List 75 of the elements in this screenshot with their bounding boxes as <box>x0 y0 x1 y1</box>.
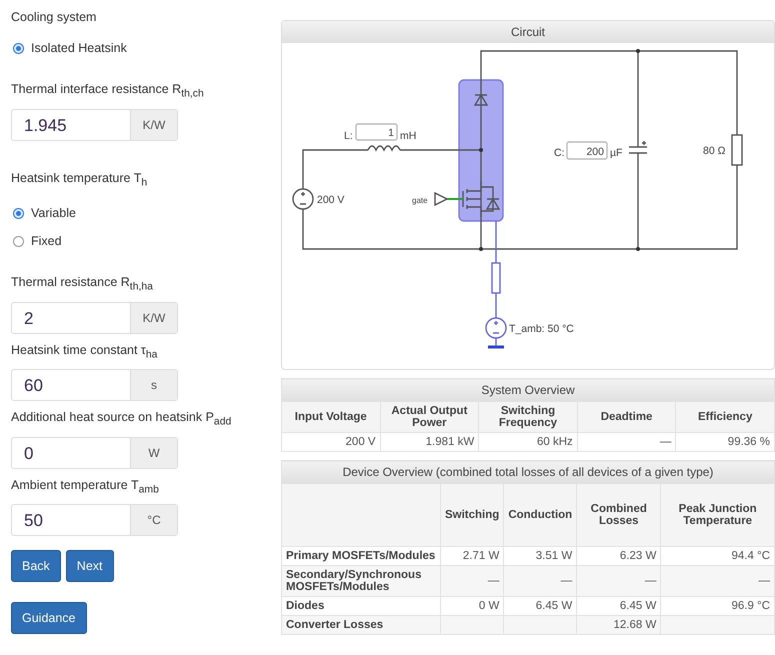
field-label: Thermal resistance R$_{th,ha}$ <box>11 275 154 294</box>
capacitor-icon <box>628 140 648 154</box>
unit-label: K/W <box>130 302 177 332</box>
field-label: Thermal interface resistance R$_{th,ch}$ <box>11 82 205 102</box>
input-field[interactable]: 60 s <box>11 369 178 401</box>
table-cell: — <box>577 432 676 452</box>
input-field[interactable]: 50 °C <box>11 504 178 536</box>
table-cell: — <box>560 575 572 587</box>
table-cell: 6.45 W <box>620 600 656 612</box>
unit-label: W <box>130 438 177 468</box>
source-label: 200 V <box>317 194 344 206</box>
diode-icon <box>474 94 488 106</box>
table-cell: 12.68 W <box>614 619 656 631</box>
table-cell: 3.51 W <box>536 550 572 562</box>
guidance-button[interactable]: Guidance <box>11 602 87 634</box>
gate-icon <box>434 192 463 206</box>
field-label: Ambient temperature T$_{amb}$ <box>11 478 160 497</box>
unit-label: °C <box>130 505 177 535</box>
column-header: Switching <box>440 484 504 546</box>
column-header: Efficiency <box>676 402 774 432</box>
nav-button[interactable]: Next <box>66 550 114 582</box>
table-cell: 0 W <box>478 600 500 612</box>
inductor-icon <box>367 145 401 151</box>
gate-label: gate <box>412 196 428 205</box>
radio-button[interactable] <box>13 208 24 219</box>
radio-button[interactable] <box>13 43 24 54</box>
table-cell: 99.36 % <box>676 432 774 452</box>
column-header: Combined Losses <box>576 484 661 546</box>
unit-label: µF <box>610 147 622 159</box>
input-field[interactable]: 2 K/W <box>11 302 178 334</box>
field-label: Additional heat source on heatsink P$_{add}$ <box>11 410 232 430</box>
table-cell: — <box>488 575 500 587</box>
table-cell: 1.981 kW <box>380 432 479 452</box>
table-cell: 200 V <box>282 432 380 452</box>
column-header: Peak Junction Temperature <box>660 484 774 546</box>
input-field[interactable]: 1.945 K/W <box>11 108 178 140</box>
radio-label[interactable]: Variable <box>31 206 76 221</box>
transistor-icon <box>462 180 500 218</box>
table-cell: 60 kHz <box>478 432 578 452</box>
panel-header: Circuit <box>282 21 774 43</box>
capacitance-field[interactable]: 200 <box>566 141 608 160</box>
column-header: Actual Output Power <box>380 402 479 432</box>
voltage-source-icon <box>292 188 314 210</box>
column-header: Switching Frequency <box>478 402 578 432</box>
table-cell: 6.45 W <box>536 600 572 612</box>
nav-button[interactable]: Back <box>11 550 61 582</box>
table-cell: 96.9 °C <box>732 600 770 612</box>
unit-label: mH <box>400 130 416 142</box>
resistor-icon <box>731 134 743 166</box>
row-header: Converter Losses <box>282 616 440 634</box>
unit-label: K/W <box>130 110 177 140</box>
table-cell: — <box>644 575 656 587</box>
input-field[interactable]: 0 W <box>11 436 178 468</box>
radio-label[interactable]: Fixed <box>31 234 62 249</box>
table-cell: 2.71 W <box>462 550 500 562</box>
table-cell: 6.23 W <box>620 550 656 562</box>
row-header: Secondary/Synchronous MOSFETs/Modules <box>282 566 440 596</box>
radio-label[interactable]: Isolated Heatsink <box>31 41 127 56</box>
column-header: Deadtime <box>577 402 676 432</box>
field-label: Heatsink temperature T$_{h}$ <box>11 170 148 190</box>
ambient-label: T_amb: 50 °C <box>509 323 574 335</box>
field-label: Cooling system <box>11 10 98 25</box>
field-label: Heatsink time constant τ$_{ha}$ <box>11 342 158 362</box>
table-cell: 94.4 °C <box>732 550 770 562</box>
table-title: System Overview <box>282 378 774 402</box>
capacitor-label: C: <box>554 147 564 159</box>
table-title: Device Overview (combined total losses of all devices of a given type) <box>282 460 774 484</box>
inductance-field[interactable]: 1 <box>355 123 398 141</box>
radio-button[interactable] <box>13 236 24 247</box>
column-header: Conduction <box>504 484 577 546</box>
inductor-label: L: <box>344 130 353 142</box>
column-header: Input Voltage <box>282 402 380 432</box>
load-label: 80 Ω <box>703 145 726 157</box>
unit-label: s <box>130 370 177 400</box>
table-cell: — <box>758 575 770 587</box>
